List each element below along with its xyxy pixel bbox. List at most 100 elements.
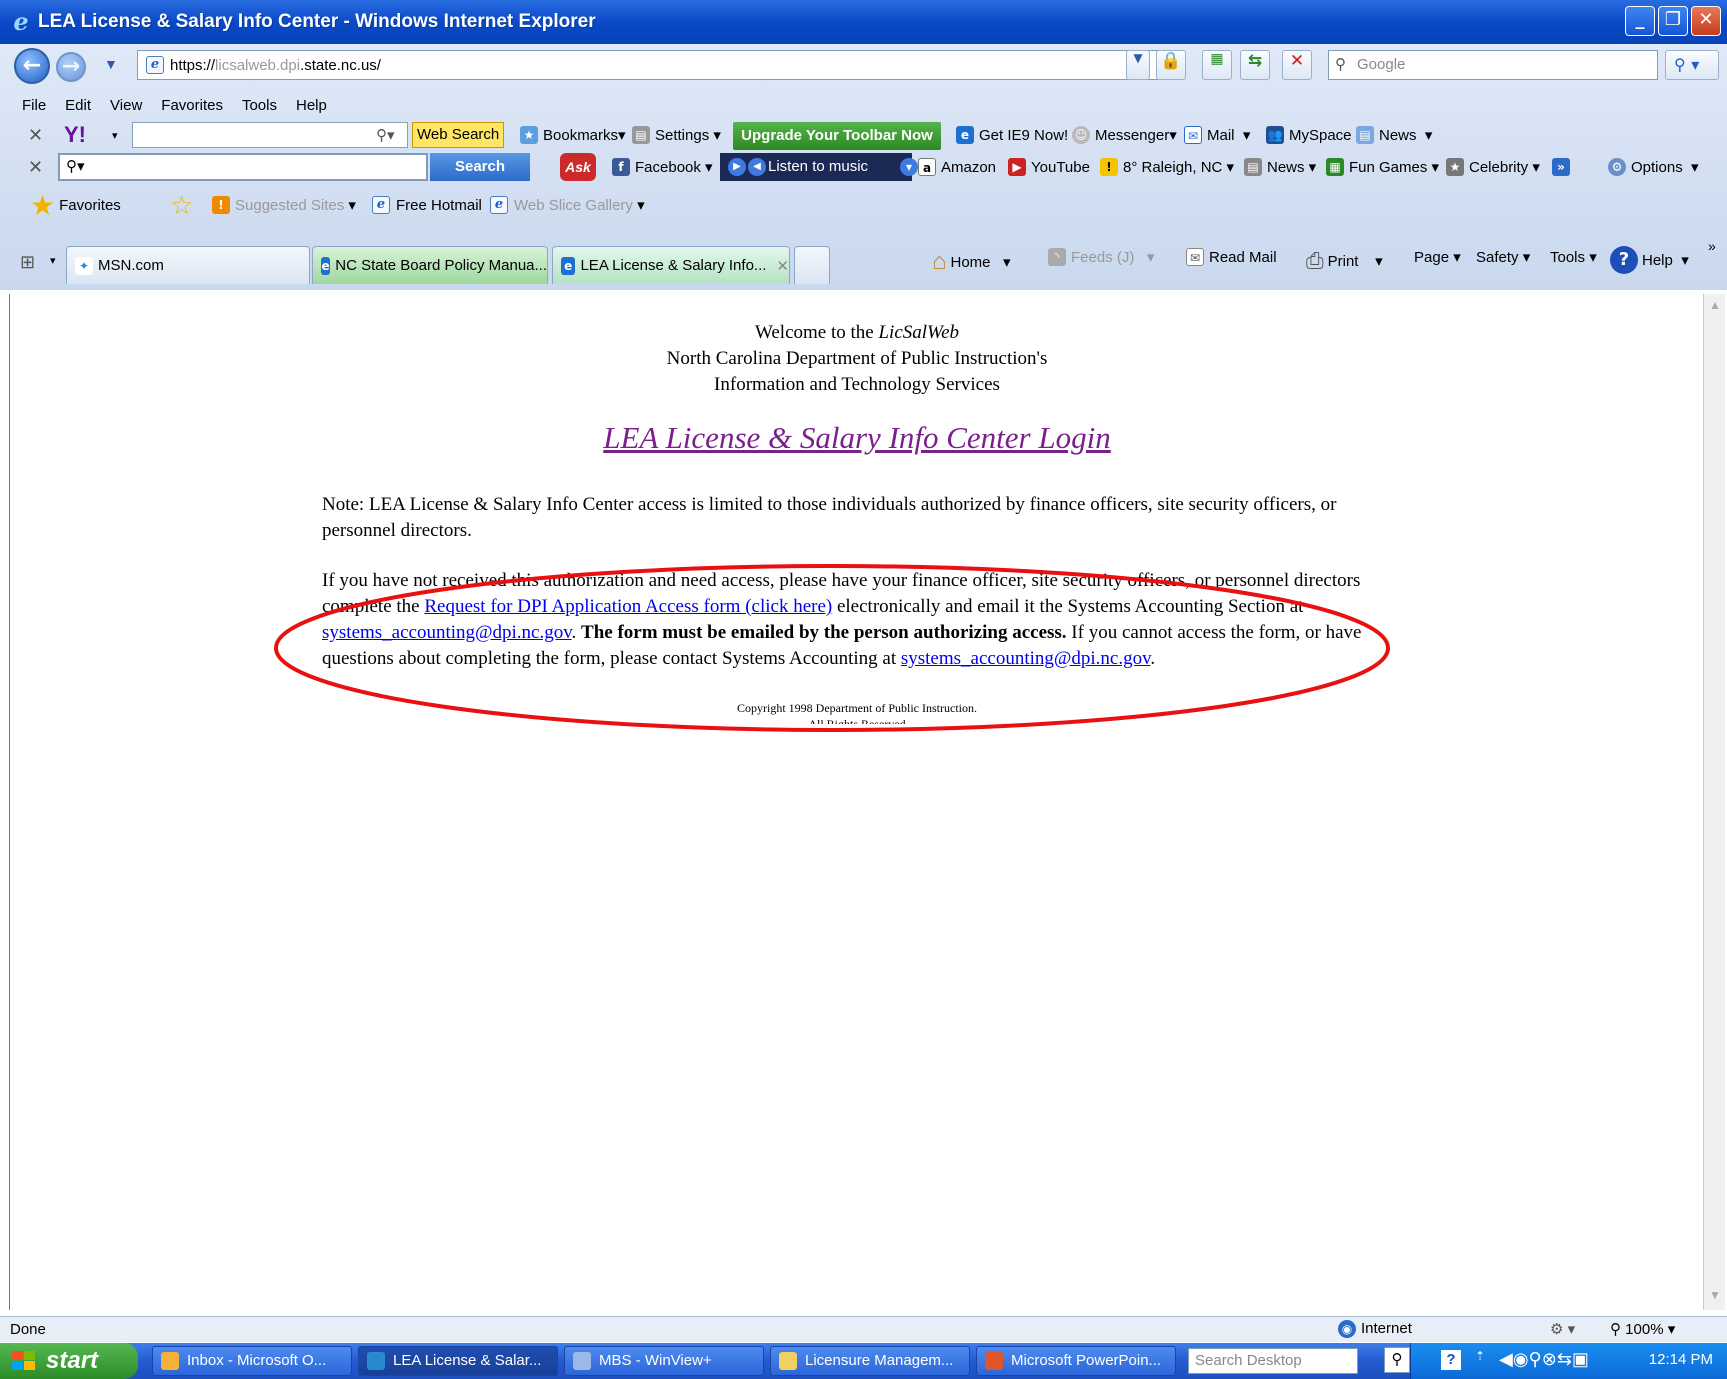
tab-nc-board-policy[interactable]: e NC State Board Policy Manua...: [312, 246, 548, 284]
facebook-menu[interactable]: f Facebook ▾: [612, 158, 713, 176]
favorites-button[interactable]: ★ Favorites: [30, 189, 121, 222]
help-tray-icon[interactable]: ?: [1441, 1350, 1461, 1370]
feeds-button[interactable]: ◝ Feeds (J) ▾: [1048, 248, 1154, 266]
volume-icon[interactable]: ◀: [748, 158, 766, 176]
read-mail-button[interactable]: ✉ Read Mail: [1186, 248, 1277, 266]
zoom-control[interactable]: ⚲ 100% ▾: [1610, 1320, 1675, 1338]
settings-menu[interactable]: ▤ Settings ▾: [632, 126, 721, 144]
help-menu[interactable]: ? Help ▾: [1610, 246, 1689, 274]
toolbar-search-button[interactable]: Search: [430, 153, 530, 181]
weather-alert-icon: !: [1100, 158, 1118, 176]
compatibility-icon[interactable]: ▦: [1202, 50, 1232, 80]
access-form-link[interactable]: Request for DPI Application Access form …: [424, 596, 832, 617]
print-button[interactable]: ⎙ Print ▾: [1306, 248, 1383, 274]
close-search-toolbar-icon[interactable]: ✕: [28, 157, 43, 178]
url-rest: .state.nc.us/: [300, 56, 381, 74]
restore-button[interactable]: ❐: [1658, 6, 1688, 36]
amazon-link[interactable]: a Amazon: [918, 158, 996, 176]
menu-edit[interactable]: Edit: [65, 97, 91, 114]
safety-menu[interactable]: Safety ▾: [1476, 248, 1530, 267]
search-go-button[interactable]: ⚲ ▾: [1665, 50, 1719, 80]
web-search-button[interactable]: Web Search: [412, 122, 505, 148]
more-chevron-icon[interactable]: »: [1552, 158, 1575, 176]
menu-file[interactable]: File: [22, 97, 46, 114]
taskbar-item-licensure[interactable]: Licensure Managem...: [770, 1346, 970, 1376]
tray-icons[interactable]: ◀◉⚲⊗⇆▣: [1499, 1349, 1589, 1370]
news-toolbar-icon: ▤: [1244, 158, 1262, 176]
toolbar-search-input[interactable]: ⚲▾: [58, 153, 428, 181]
close-tab-icon[interactable]: ✕: [776, 257, 789, 275]
listen-to-music-player[interactable]: ▶ ◀ Listen to music: [720, 153, 912, 181]
taskbar-item-mbs[interactable]: MBS - WinView+: [564, 1346, 764, 1376]
new-tab-button[interactable]: [794, 246, 830, 284]
yahoo-search-input[interactable]: [132, 122, 408, 148]
taskbar-item-powerpoint[interactable]: Microsoft PowerPoin...: [976, 1346, 1176, 1376]
suggested-sites-link[interactable]: ! Suggested Sites ▾: [212, 196, 356, 214]
menu-favorites[interactable]: Favorites: [161, 97, 223, 114]
menu-help[interactable]: Help: [296, 97, 327, 114]
add-favorite-icon[interactable]: ☆: [170, 190, 193, 221]
windows-taskbar: start Inbox - Microsoft O... LEA License…: [0, 1343, 1727, 1379]
google-search-input[interactable]: ⚲ Google: [1328, 50, 1658, 80]
refresh-icon[interactable]: ⇆: [1240, 50, 1270, 80]
myspace-link[interactable]: 👥 MySpace: [1266, 126, 1352, 144]
clock[interactable]: 12:14 PM: [1649, 1351, 1713, 1368]
tray-arrow-icon[interactable]: ⇡: [1475, 1349, 1485, 1363]
taskbar-item-lea[interactable]: LEA License & Salar...: [358, 1346, 558, 1376]
close-toolbar-icon[interactable]: ✕: [28, 125, 43, 146]
suggested-sites-icon: !: [212, 196, 230, 214]
taskbar-item-inbox[interactable]: Inbox - Microsoft O...: [152, 1346, 352, 1376]
menu-tools[interactable]: Tools: [242, 97, 277, 114]
yahoo-search-icon[interactable]: ⚲▾: [376, 126, 395, 144]
weather-menu[interactable]: ! 8° Raleigh, NC ▾: [1100, 158, 1234, 176]
tab-msn[interactable]: ✦ MSN.com: [66, 246, 310, 284]
minimize-button[interactable]: _: [1625, 6, 1655, 36]
login-heading-link[interactable]: LEA License & Salary Info Center Login: [0, 420, 1714, 456]
scroll-up-icon[interactable]: ▲: [1706, 298, 1724, 316]
page-menu[interactable]: Page ▾: [1414, 248, 1461, 267]
history-dropdown-icon[interactable]: ▼: [104, 56, 118, 72]
upgrade-toolbar-button[interactable]: Upgrade Your Toolbar Now: [733, 122, 941, 150]
yahoo-dropdown-icon[interactable]: ▾: [112, 129, 118, 142]
fun-games-menu[interactable]: ▦ Fun Games ▾: [1326, 158, 1439, 176]
yahoo-logo-icon[interactable]: Y!: [64, 122, 86, 148]
play-icon[interactable]: ▶: [728, 158, 746, 176]
scroll-down-icon[interactable]: ▼: [1706, 1288, 1724, 1306]
email-link-1[interactable]: systems_accounting@dpi.nc.gov: [322, 622, 572, 643]
close-window-button[interactable]: ✕: [1691, 6, 1721, 36]
tab-lea-license[interactable]: e LEA License & Salary Info... ✕: [552, 246, 790, 284]
desktop-search-icon[interactable]: ⚲: [1384, 1347, 1410, 1373]
address-bar[interactable]: e https://licsalweb.dpi .state.nc.us/: [137, 50, 1177, 80]
tab-list-dropdown-icon[interactable]: ▾: [50, 254, 56, 267]
celebrity-menu[interactable]: ★ Celebrity ▾: [1446, 158, 1540, 176]
free-hotmail-link[interactable]: e Free Hotmail: [372, 196, 482, 214]
back-button[interactable]: ←: [14, 48, 50, 84]
options-menu[interactable]: ⚙ Options ▾: [1608, 158, 1699, 176]
page-icon: e: [146, 56, 164, 74]
address-dropdown-icon[interactable]: ▼: [1126, 50, 1150, 80]
web-slice-gallery-link[interactable]: e Web Slice Gallery ▾: [490, 196, 645, 214]
msn-icon: ✦: [75, 256, 93, 275]
tools-menu[interactable]: Tools ▾: [1550, 248, 1597, 267]
home-button[interactable]: ⌂ Home ▾: [932, 248, 1011, 276]
email-link-2[interactable]: systems_accounting@dpi.nc.gov: [901, 648, 1151, 669]
forward-button[interactable]: →: [56, 52, 86, 82]
menu-view[interactable]: View: [110, 97, 142, 114]
lock-icon[interactable]: 🔒: [1156, 50, 1186, 80]
get-ie9-link[interactable]: e Get IE9 Now!: [956, 126, 1068, 144]
quick-tabs-icon[interactable]: ⊞: [20, 252, 35, 273]
security-zone[interactable]: ◉ Internet: [1338, 1320, 1412, 1338]
messenger-menu[interactable]: ☺ Messenger ▾: [1072, 126, 1177, 144]
bookmarks-menu[interactable]: ★ Bookmarks ▾: [520, 126, 626, 144]
desktop-search-input[interactable]: Search Desktop: [1188, 1348, 1358, 1374]
news-menu[interactable]: ▤ News ▾: [1356, 126, 1432, 144]
start-button[interactable]: start: [0, 1343, 138, 1379]
news-toolbar-menu[interactable]: ▤ News ▾: [1244, 158, 1316, 176]
protected-mode-icon[interactable]: ⚙ ▾: [1550, 1320, 1575, 1338]
mail-menu[interactable]: ✉ Mail ▾: [1184, 126, 1250, 144]
ask-button[interactable]: Ask: [560, 153, 596, 181]
browser-chrome: ← → ▼ e https://licsalweb.dpi .state.nc.u…: [0, 44, 1727, 290]
stop-icon[interactable]: ✕: [1282, 50, 1312, 80]
overflow-chevron-icon[interactable]: »: [1708, 238, 1716, 254]
youtube-link[interactable]: ▶ YouTube: [1008, 158, 1090, 176]
